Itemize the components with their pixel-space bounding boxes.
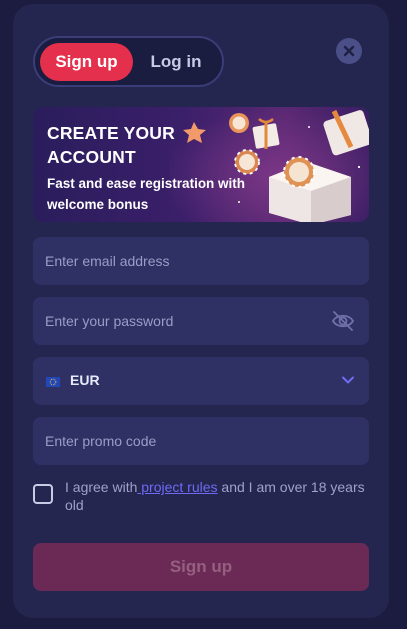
banner-title: CREATE YOUR ACCOUNT [47,123,175,167]
password-field-container [33,297,369,345]
close-button[interactable] [336,38,362,64]
password-field[interactable] [33,297,369,345]
email-field[interactable] [33,237,369,285]
tab-login[interactable]: Log in [138,43,214,81]
signup-submit-button[interactable]: Sign up [33,543,369,591]
eu-flag-icon [46,377,60,387]
agreement: I agree with project rules and I am over… [33,478,369,518]
close-icon [343,45,355,57]
banner-subtitle: Fast and ease registration with welcome … [47,176,246,212]
auth-tabs: Sign up Log in [33,36,224,87]
project-rules-link[interactable]: project rules [137,479,217,495]
agree-checkbox[interactable] [33,484,53,504]
currency-value: EUR [70,372,100,388]
signup-modal: Sign up Log in CREATE YOUR ACCOUNT Fast … [13,4,389,618]
promo-code-field[interactable] [33,417,369,465]
email-field-container [33,237,369,285]
tab-signup[interactable]: Sign up [40,43,133,81]
agreement-text: I agree with project rules and I am over… [65,478,365,514]
agreement-prefix: I agree with [65,479,138,495]
promo-banner: CREATE YOUR ACCOUNT Fast and ease regist… [33,107,369,222]
chevron-down-icon [342,376,354,384]
eye-off-icon[interactable] [331,310,355,332]
promo-field-container [33,417,369,465]
currency-select[interactable]: EUR [33,357,369,405]
